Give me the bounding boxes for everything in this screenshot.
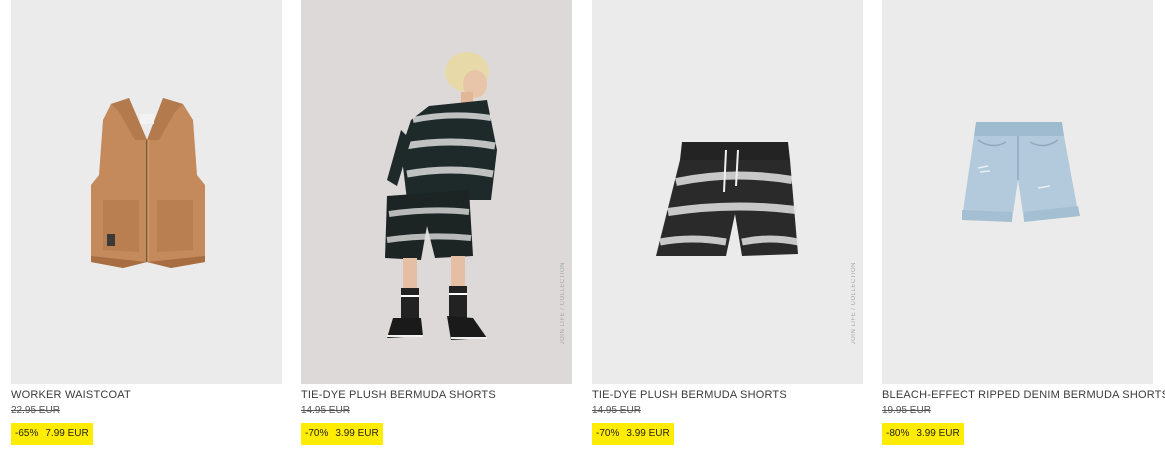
discount-percent: -80%	[886, 428, 910, 439]
denim-shorts-illustration	[962, 122, 1080, 222]
original-price: 14.95 EUR	[592, 405, 641, 416]
product-image-denim-shorts[interactable]	[882, 0, 1153, 384]
original-price: 22.95 EUR	[11, 405, 60, 416]
sale-price-badge: -70% 3.99 EUR	[301, 423, 383, 445]
waistcoat-illustration	[91, 98, 205, 268]
discount-percent: -70%	[596, 428, 620, 439]
product-title[interactable]: TIE-DYE PLUSH BERMUDA SHORTS	[592, 389, 863, 402]
sale-price-badge: -65% 7.99 EUR	[11, 423, 93, 445]
original-price: 14.95 EUR	[301, 405, 350, 416]
product-image-waistcoat[interactable]	[11, 0, 282, 384]
product-card[interactable]: JOIN LIFE / COLLECTION TIE-DYE PLUSH BER…	[592, 0, 863, 445]
product-card[interactable]: BLEACH-EFFECT RIPPED DENIM BERMUDA SHORT…	[882, 0, 1165, 445]
sale-price: 7.99 EUR	[45, 428, 89, 439]
collection-label: JOIN LIFE / COLLECTION	[851, 261, 857, 344]
sale-price: 3.99 EUR	[916, 428, 960, 439]
product-card[interactable]: WORKER WAISTCOAT 22.95 EUR -65% 7.99 EUR	[11, 0, 282, 445]
sale-price-badge: -80% 3.99 EUR	[882, 423, 964, 445]
sale-price-badge: -70% 3.99 EUR	[592, 423, 674, 445]
product-image-model[interactable]: JOIN LIFE / COLLECTION	[301, 0, 572, 384]
discount-percent: -65%	[15, 428, 39, 439]
collection-label: JOIN LIFE / COLLECTION	[560, 261, 566, 344]
sale-price: 3.99 EUR	[335, 428, 379, 439]
product-image-shorts[interactable]: JOIN LIFE / COLLECTION	[592, 0, 863, 384]
discount-percent: -70%	[305, 428, 329, 439]
model-illustration	[385, 52, 497, 340]
sale-price: 3.99 EUR	[626, 428, 670, 439]
shorts-illustration	[656, 142, 799, 256]
product-grid: WORKER WAISTCOAT 22.95 EUR -65% 7.99 EUR	[0, 0, 1165, 458]
product-title[interactable]: WORKER WAISTCOAT	[11, 389, 282, 402]
original-price: 19.95 EUR	[882, 405, 931, 416]
product-card[interactable]: JOIN LIFE / COLLECTION TIE-DYE PLUSH BER…	[301, 0, 572, 445]
product-title[interactable]: TIE-DYE PLUSH BERMUDA SHORTS	[301, 389, 572, 402]
product-title[interactable]: BLEACH-EFFECT RIPPED DENIM BERMUDA SHORT…	[882, 389, 1165, 402]
